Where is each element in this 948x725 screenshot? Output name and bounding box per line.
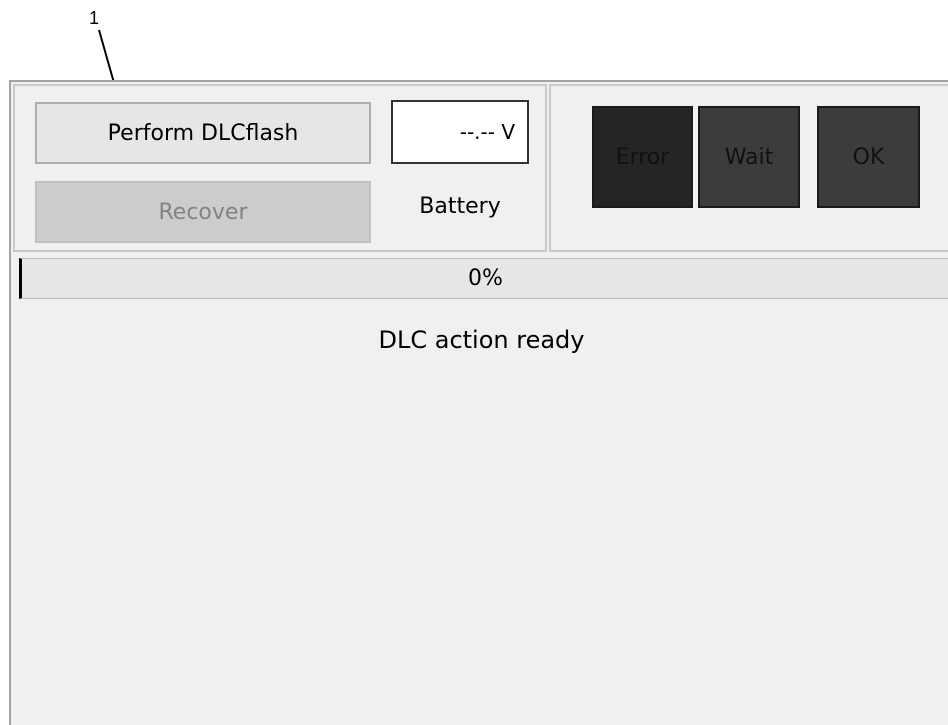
battery-voltage-display: --.-- V [391, 100, 529, 164]
callout-number: 1 [89, 8, 100, 28]
status-message: DLC action ready [378, 326, 585, 354]
status-indicator-group: Error Wait OK [549, 84, 948, 252]
progress-bar: 0% [19, 258, 948, 299]
wait-indicator: Wait [698, 106, 800, 208]
ok-indicator: OK [817, 106, 920, 208]
dlc-flash-window: Perform DLCflash Recover --.-- V Battery… [9, 80, 948, 725]
recover-button[interactable]: Recover [35, 181, 371, 243]
battery-label: Battery [419, 194, 501, 219]
action-group: Perform DLCflash Recover --.-- V Battery [13, 84, 547, 252]
error-indicator: Error [592, 106, 693, 208]
perform-dlcflash-button[interactable]: Perform DLCflash [35, 102, 371, 164]
progress-label: 0% [468, 266, 503, 291]
